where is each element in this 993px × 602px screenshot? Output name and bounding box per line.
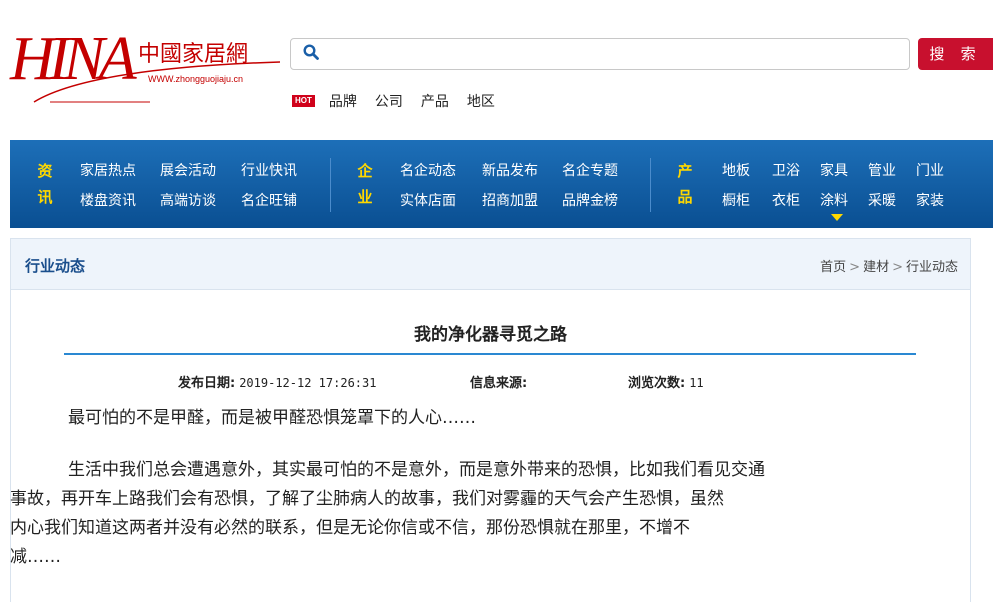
nav-item-flooring[interactable]: 地板: [722, 160, 750, 180]
site-logo[interactable]: HINA 中國家居網 WWW.zhongguojiaju.cn: [10, 14, 280, 104]
hot-search-links: HOT 品牌 公司 产品 地区: [292, 91, 513, 111]
nav-item-decoration[interactable]: 家装: [916, 190, 944, 210]
article-paragraph-line: 事故，再开车上路我们会有恐惧，了解了尘肺病人的故事，我们对雾霾的天气会产生恐惧，…: [10, 489, 724, 509]
quick-link-product[interactable]: 产品: [421, 91, 449, 111]
panel-header: 行业动态 首页 > 建材 > 行业动态: [11, 239, 970, 290]
nav-item-furniture[interactable]: 家具: [820, 160, 848, 180]
quick-link-brand[interactable]: 品牌: [329, 91, 357, 111]
nav-head-char: 产: [677, 162, 693, 180]
nav-item-wardrobes[interactable]: 衣柜: [772, 190, 800, 210]
breadcrumb-home[interactable]: 首页: [820, 260, 846, 275]
search-button[interactable]: 搜 索: [918, 38, 993, 70]
nav-item-bathroom[interactable]: 卫浴: [772, 160, 800, 180]
logo-mark: HINA: [10, 25, 137, 93]
publish-date: 发布日期: 2019-12-12 17:26:31: [178, 372, 376, 391]
nav-head-char: 品: [677, 188, 693, 206]
quick-link-company[interactable]: 公司: [375, 91, 403, 111]
breadcrumb-separator: >: [849, 260, 861, 275]
article-paragraph-line: 内心我们知道这两者并没有必然的联系，但是无论你信或不信，那份恐惧就在那里，不增不: [10, 518, 690, 538]
quick-link-region[interactable]: 地区: [467, 91, 495, 111]
nav-item-pipes[interactable]: 管业: [868, 160, 896, 180]
panel-title: 行业动态: [25, 257, 86, 275]
view-count-label: 浏览次数:: [628, 376, 686, 391]
title-divider: [64, 353, 916, 355]
nav-item-coatings[interactable]: 涂料: [820, 190, 848, 210]
article-paragraph: 生活中我们总会遭遇意外，其实最可怕的不是意外，而是意外带来的恐惧，比如我们看见交…: [68, 460, 765, 480]
breadcrumb-industry-news[interactable]: 行业动态: [906, 260, 958, 275]
hot-badge: HOT: [292, 95, 315, 107]
publish-date-label: 发布日期:: [178, 376, 236, 391]
active-indicator-arrow-icon: [831, 214, 843, 221]
view-count-value: 11: [689, 376, 704, 390]
nav-item-doors[interactable]: 门业: [916, 160, 944, 180]
info-source: 信息来源:: [470, 372, 531, 391]
logo-site-url: WWW.zhongguojiaju.cn: [148, 74, 244, 84]
breadcrumb: 首页 > 建材 > 行业动态: [820, 256, 958, 275]
search-icon: [303, 44, 319, 60]
search-box: [290, 38, 910, 70]
nav-item-heating[interactable]: 采暖: [868, 190, 896, 210]
breadcrumb-separator: >: [892, 260, 903, 275]
nav-group-products-head: 产 品: [675, 158, 695, 210]
article-paragraph-line: 减……: [10, 547, 61, 567]
info-source-label: 信息来源:: [470, 376, 528, 391]
article-title: 我的净化器寻觅之路: [414, 325, 567, 345]
logo-site-name: 中國家居網: [138, 42, 249, 67]
nav-item-cabinets[interactable]: 橱柜: [722, 190, 750, 210]
main-nav: 资 讯 家居热点 展会活动 行业快讯 楼盘资讯 高端访谈 名企旺铺 企 业 名企…: [10, 140, 993, 228]
view-count: 浏览次数: 11: [628, 372, 704, 391]
article-paragraph: 最可怕的不是甲醛，而是被甲醛恐惧笼罩下的人心……: [68, 408, 476, 428]
nav-group-products: 产 品 地板 卫浴 家具 管业 门业 橱柜 衣柜 涂料 采暖 家装: [10, 140, 993, 228]
publish-date-value: 2019-12-12 17:26:31: [239, 376, 377, 390]
search-input[interactable]: [331, 43, 895, 67]
breadcrumb-building-materials[interactable]: 建材: [863, 260, 889, 275]
